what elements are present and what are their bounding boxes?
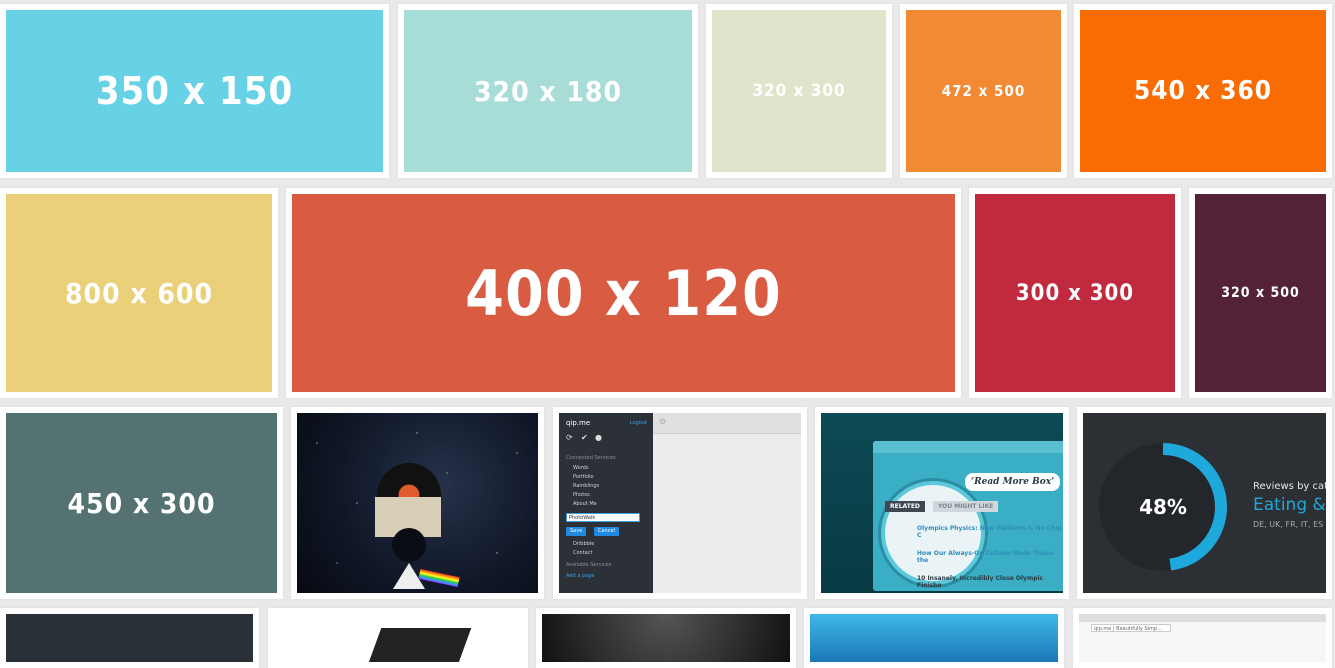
image-tile[interactable]: 540 x 360 [1074, 4, 1332, 178]
placeholder-image: 300 x 300 [975, 194, 1175, 392]
placeholder-label: 540 x 360 [1133, 76, 1272, 106]
section-label: Available Services [566, 562, 612, 568]
placeholder-image: 400 x 120 [292, 194, 955, 392]
app-screenshot: qip.me Logout ⟳ ✔ ● Connected Services W… [559, 413, 801, 593]
vinyl-space-artwork [297, 413, 538, 593]
page-name-input: PhotoWalk [566, 513, 640, 522]
placeholder-label: 400 x 120 [465, 256, 782, 330]
app-sidebar: qip.me Logout ⟳ ✔ ● Connected Services W… [559, 413, 653, 593]
placeholder-image: 320 x 500 [1195, 194, 1326, 392]
image-tile[interactable] [0, 608, 259, 668]
image-tile[interactable] [804, 608, 1064, 668]
image-tile[interactable] [291, 407, 544, 599]
app-logo: qip.me [566, 419, 591, 427]
placeholder-label: 320 x 300 [752, 81, 846, 101]
placeholder-image: 350 x 150 [6, 10, 383, 172]
save-button: Save [566, 527, 587, 536]
logout-link: Logout [629, 420, 647, 426]
read-more-box-artwork: RELATED YOU MIGHT LIKE ‘Read More Box’ O… [821, 413, 1063, 593]
browser-tabbar [1079, 614, 1326, 622]
image-tile[interactable]: 350 x 150 [0, 4, 389, 178]
nav-item: Portfolio [573, 474, 594, 480]
read-more-bubble: ‘Read More Box’ [965, 473, 1061, 491]
placeholder-label: 300 x 300 [1015, 280, 1135, 306]
image-tile[interactable]: 400 x 120 [286, 188, 961, 398]
monitor-shape [366, 628, 472, 662]
related-tab: RELATED [885, 501, 925, 512]
percent-value: 48% [1111, 455, 1215, 559]
browser-url: qip.me | Beautifully Simp... [1091, 624, 1171, 632]
image-tile[interactable]: qip.me | Beautifully Simp... [1073, 608, 1332, 668]
device-artwork [274, 614, 522, 662]
add-page-link: Add a page [566, 573, 595, 579]
placeholder-image: 320 x 300 [712, 10, 886, 172]
might-like-tab: YOU MIGHT LIKE [933, 501, 999, 512]
image-tile[interactable]: 320 x 500 [1189, 188, 1332, 398]
browser-screenshot: qip.me | Beautifully Simp... [1079, 614, 1326, 662]
article-line: How Our Always-On Culture Made These the [917, 550, 1054, 564]
dark-artwork [6, 614, 253, 662]
placeholder-image: 472 x 500 [906, 10, 1061, 172]
placeholder-image: 540 x 360 [1080, 10, 1326, 172]
placeholder-label: 450 x 300 [67, 486, 216, 520]
stats-widget: 48% Reviews by cate Eating & DE, UK, FR,… [1083, 413, 1326, 593]
image-tile[interactable]: 300 x 300 [969, 188, 1181, 398]
nav-item: Dribbble [573, 541, 595, 547]
nav-item: Contact [573, 550, 593, 556]
placeholder-label: 350 x 150 [95, 69, 294, 113]
countries-label: DE, UK, FR, IT, ES [1253, 520, 1324, 529]
placeholder-label: 320 x 180 [474, 74, 622, 108]
placeholder-label: 320 x 500 [1221, 285, 1300, 301]
placeholder-image: 320 x 180 [404, 10, 692, 172]
nav-item: Words [573, 465, 589, 471]
user-icon: ● [595, 433, 602, 442]
browser-window-bar [873, 441, 1063, 453]
image-tile[interactable] [268, 608, 528, 668]
image-tile[interactable]: 320 x 300 [706, 4, 892, 178]
category-label: Eating & [1253, 495, 1326, 515]
article-line: 10 Insanely, Incredibly Close Olympic Fi… [917, 575, 1044, 589]
reviews-heading: Reviews by cate [1253, 481, 1326, 492]
refresh-icon: ⟳ [566, 433, 573, 442]
placeholder-label: 800 x 600 [65, 276, 213, 310]
article-line: Olympics Physics: New Platform is No Chi… [917, 525, 1062, 539]
section-label: Connected Services [566, 455, 616, 461]
cancel-button: Cancel [594, 527, 619, 536]
placeholder-label: 472 x 500 [941, 82, 1026, 100]
nav-item: About Me [573, 501, 597, 507]
sleeve-hole [392, 528, 426, 562]
image-tile[interactable]: 800 x 600 [0, 188, 278, 398]
image-tile[interactable] [536, 608, 796, 668]
image-tile[interactable]: 450 x 300 [0, 407, 283, 599]
nav-item: Ramblings [573, 483, 600, 489]
check-icon: ✔ [581, 433, 588, 442]
image-tile[interactable]: 472 x 500 [900, 4, 1067, 178]
dark-photo [542, 614, 790, 662]
app-toolbar: ⚙ [653, 413, 801, 434]
image-tile[interactable]: qip.me Logout ⟳ ✔ ● Connected Services W… [553, 407, 807, 599]
image-tile[interactable]: 48% Reviews by cate Eating & DE, UK, FR,… [1077, 407, 1332, 599]
image-tile[interactable]: RELATED YOU MIGHT LIKE ‘Read More Box’ O… [815, 407, 1069, 599]
placeholder-image: 800 x 600 [6, 194, 272, 392]
blue-photo [810, 614, 1058, 662]
placeholder-image: 450 x 300 [6, 413, 277, 593]
nav-item: Photos [573, 492, 590, 498]
image-tile[interactable]: 320 x 180 [398, 4, 698, 178]
gear-icon: ⚙ [659, 417, 667, 426]
